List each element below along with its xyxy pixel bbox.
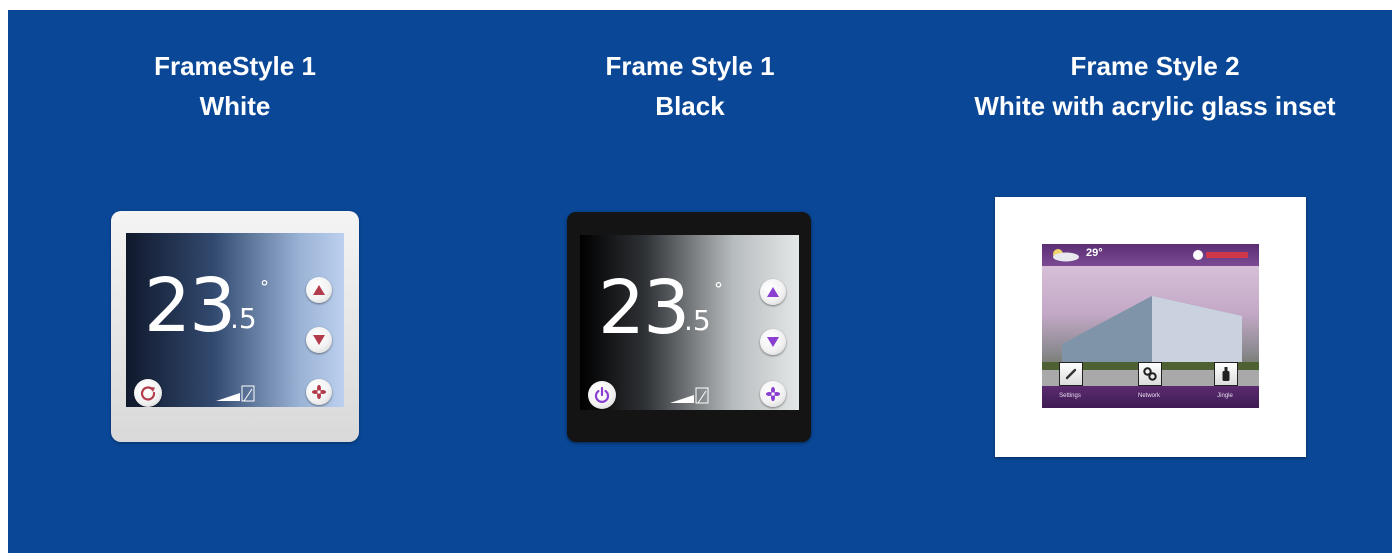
temperature-integer: 23 [598, 265, 690, 351]
fan-button[interactable] [306, 379, 332, 405]
fan-button[interactable] [760, 381, 786, 407]
thermostat-black-frame: 23 .5 ° [567, 212, 811, 442]
temperature-down-button[interactable] [306, 327, 332, 353]
arrow-down-icon [313, 335, 325, 345]
weather-temperature: 29° [1086, 247, 1103, 259]
restart-icon [140, 386, 156, 401]
caption-subtitle: White with acrylic glass inset [974, 91, 1336, 121]
thermostat-screen: 23 .5 ° [580, 235, 799, 410]
temperature-decimal: .5 [230, 302, 257, 335]
gears-icon [1143, 367, 1157, 381]
settings-tile-label: Settings [1059, 393, 1081, 399]
caption-style1-white: FrameStyle 1 White [125, 46, 345, 126]
fan-level-icon [216, 385, 255, 402]
brand-logo-icon [1193, 250, 1248, 260]
caption-style1-black: Frame Style 1 Black [570, 46, 810, 126]
temperature-up-button[interactable] [306, 277, 332, 303]
caption-title: FrameStyle 1 [154, 51, 316, 81]
jingle-tile[interactable] [1214, 362, 1238, 386]
fan-icon [765, 386, 781, 402]
fan-icon [311, 384, 327, 400]
network-tile[interactable] [1138, 362, 1162, 386]
temperature-decimal: .5 [684, 304, 711, 337]
network-tile-label: Network [1137, 393, 1160, 399]
temperature-up-button[interactable] [760, 279, 786, 305]
degree-symbol: ° [714, 279, 723, 300]
arrow-up-icon [313, 285, 325, 295]
caption-subtitle: White [199, 91, 271, 121]
thermostat-screen: 23 .5 ° [126, 233, 344, 407]
caption-style2-white-acrylic: Frame Style 2 White with acrylic glass i… [918, 46, 1392, 126]
temperature-down-button[interactable] [760, 329, 786, 355]
settings-tile[interactable] [1059, 362, 1083, 386]
touch-panel-screen: 29° Settings Network Jingle [1042, 244, 1259, 408]
caption-subtitle: Black [655, 91, 725, 121]
arrow-up-icon [767, 287, 779, 297]
settings-icon [1065, 368, 1077, 380]
power-button[interactable] [588, 381, 616, 409]
restart-button[interactable] [134, 379, 162, 407]
caption-title: Frame Style 1 [605, 51, 775, 81]
thermostat-white-frame: 23 .5 ° [111, 211, 359, 442]
fan-level-icon [670, 387, 709, 404]
caption-title: Frame Style 2 [1070, 51, 1240, 81]
weather-cloud-icon [1053, 249, 1079, 262]
power-icon [594, 386, 610, 403]
jingle-tile-label: Jingle [1217, 393, 1233, 399]
status-bar: 29° [1042, 244, 1259, 266]
bottle-icon [1222, 367, 1230, 381]
degree-symbol: ° [260, 277, 269, 298]
arrow-down-icon [767, 337, 779, 347]
touch-panel-acrylic-frame: 29° Settings Network Jingle [995, 197, 1306, 457]
temperature-integer: 23 [144, 263, 236, 349]
